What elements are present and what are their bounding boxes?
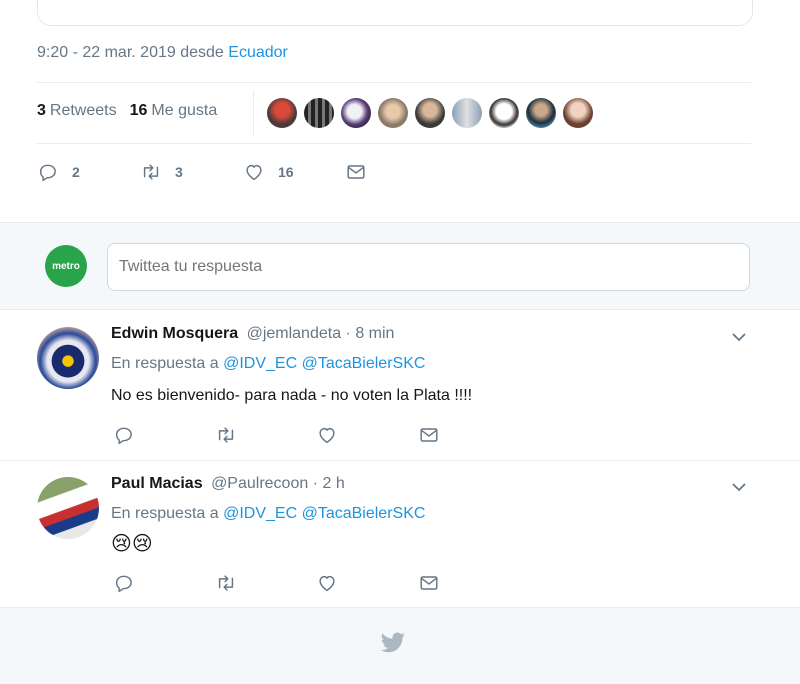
tweet-action-bar [113,572,453,596]
author-handle[interactable]: @jemlandeta [247,325,342,342]
avatar-logo-text: metro [52,260,80,272]
heart-icon [246,164,262,181]
mention-link[interactable]: @IDV_EC [223,505,297,522]
tweet-place-link[interactable]: Ecuador [228,44,288,61]
retweet-icon [218,427,234,443]
reply-composer: metro [0,222,800,310]
envelope-icon [347,165,365,179]
stats-separator [253,90,254,136]
tweet-text: No es bienvenido- para nada - no voten l… [111,387,473,404]
retweet-button[interactable]: 3 [140,161,183,183]
reply-input[interactable] [107,243,750,291]
retweet-button[interactable] [215,572,237,594]
liker-avatar[interactable] [452,98,482,128]
like-button[interactable]: 16 [243,161,294,183]
reply-count: 2 [72,164,80,180]
tweet-header: Paul Macias @Paulrecoon · 2 h [111,475,345,493]
heart-icon [319,575,335,592]
liker-avatar[interactable] [304,98,334,128]
twitter-bird-icon [380,632,406,653]
liker-avatar[interactable] [526,98,556,128]
mention-link[interactable]: @TacaBielerSKC [302,505,426,522]
user-avatar[interactable]: metro [45,245,87,287]
likes-stat[interactable]: 16 Me gusta [130,102,218,120]
retweet-button[interactable] [215,424,237,446]
tweet-time: 9:20 - 22 mar. 2019 [37,44,176,61]
envelope-icon [420,576,438,590]
reply-prefix: En respuesta a [111,355,219,372]
retweet-icon [218,575,234,591]
mention-link[interactable]: @IDV_EC [223,355,297,372]
reply-button[interactable]: 2 [37,161,80,183]
quoted-tweet-box[interactable] [37,0,753,26]
author-handle[interactable]: @Paulrecoon [211,475,308,492]
retweets-stat[interactable]: 3 Retweets [37,102,117,120]
tweet-action-bar [113,424,453,448]
tweet-from-word: desde [180,44,224,61]
like-count: 16 [278,164,294,180]
liker-avatar[interactable] [267,98,297,128]
reply-to-line: En respuesta a @IDV_EC @TacaBielerSKC [111,505,425,523]
divider [37,82,751,83]
retweet-count: 3 [175,164,183,180]
liker-avatar[interactable] [563,98,593,128]
reply-to-line: En respuesta a @IDV_EC @TacaBielerSKC [111,355,425,373]
liker-avatar[interactable] [341,98,371,128]
divider [37,143,751,144]
direct-message-button[interactable] [345,161,367,183]
author-name[interactable]: Edwin Mosquera [111,325,238,342]
chevron-down-icon[interactable] [730,331,748,343]
envelope-icon [420,428,438,442]
reply-icon [115,427,132,445]
tweet-stats: 3 Retweets 16 Me gusta [37,102,230,120]
liker-avatar[interactable] [415,98,445,128]
retweet-icon [143,164,159,180]
conversation-footer [0,608,800,684]
liker-avatar[interactable] [378,98,408,128]
tweet-time[interactable]: · 2 h [313,475,345,492]
tweet-action-bar: 2 3 16 [37,161,437,185]
reply-tweet[interactable]: Edwin Mosquera @jemlandeta · 8 min En re… [0,311,800,461]
avatar[interactable] [37,327,99,389]
liker-avatar[interactable] [489,98,519,128]
tweet-header: Edwin Mosquera @jemlandeta · 8 min [111,325,394,343]
mention-link[interactable]: @TacaBielerSKC [302,355,426,372]
reply-icon [115,575,132,593]
reply-button[interactable] [113,424,135,446]
tweet-text: 😢😢 [111,533,153,555]
reply-icon [39,164,56,182]
reply-tweet[interactable]: Paul Macias @Paulrecoon · 2 h En respues… [0,461,800,608]
tweet-timestamp: 9:20 - 22 mar. 2019 desde Ecuador [37,44,288,62]
tweet-time[interactable]: · 8 min [346,325,395,342]
direct-message-button[interactable] [418,424,440,446]
heart-icon [319,427,335,444]
reply-button[interactable] [113,572,135,594]
like-button[interactable] [316,424,338,446]
avatar[interactable] [37,477,99,539]
chevron-down-icon[interactable] [730,481,748,493]
author-name[interactable]: Paul Macias [111,475,203,492]
reply-prefix: En respuesta a [111,505,219,522]
like-button[interactable] [316,572,338,594]
direct-message-button[interactable] [418,572,440,594]
liked-by-avatars [267,98,600,128]
